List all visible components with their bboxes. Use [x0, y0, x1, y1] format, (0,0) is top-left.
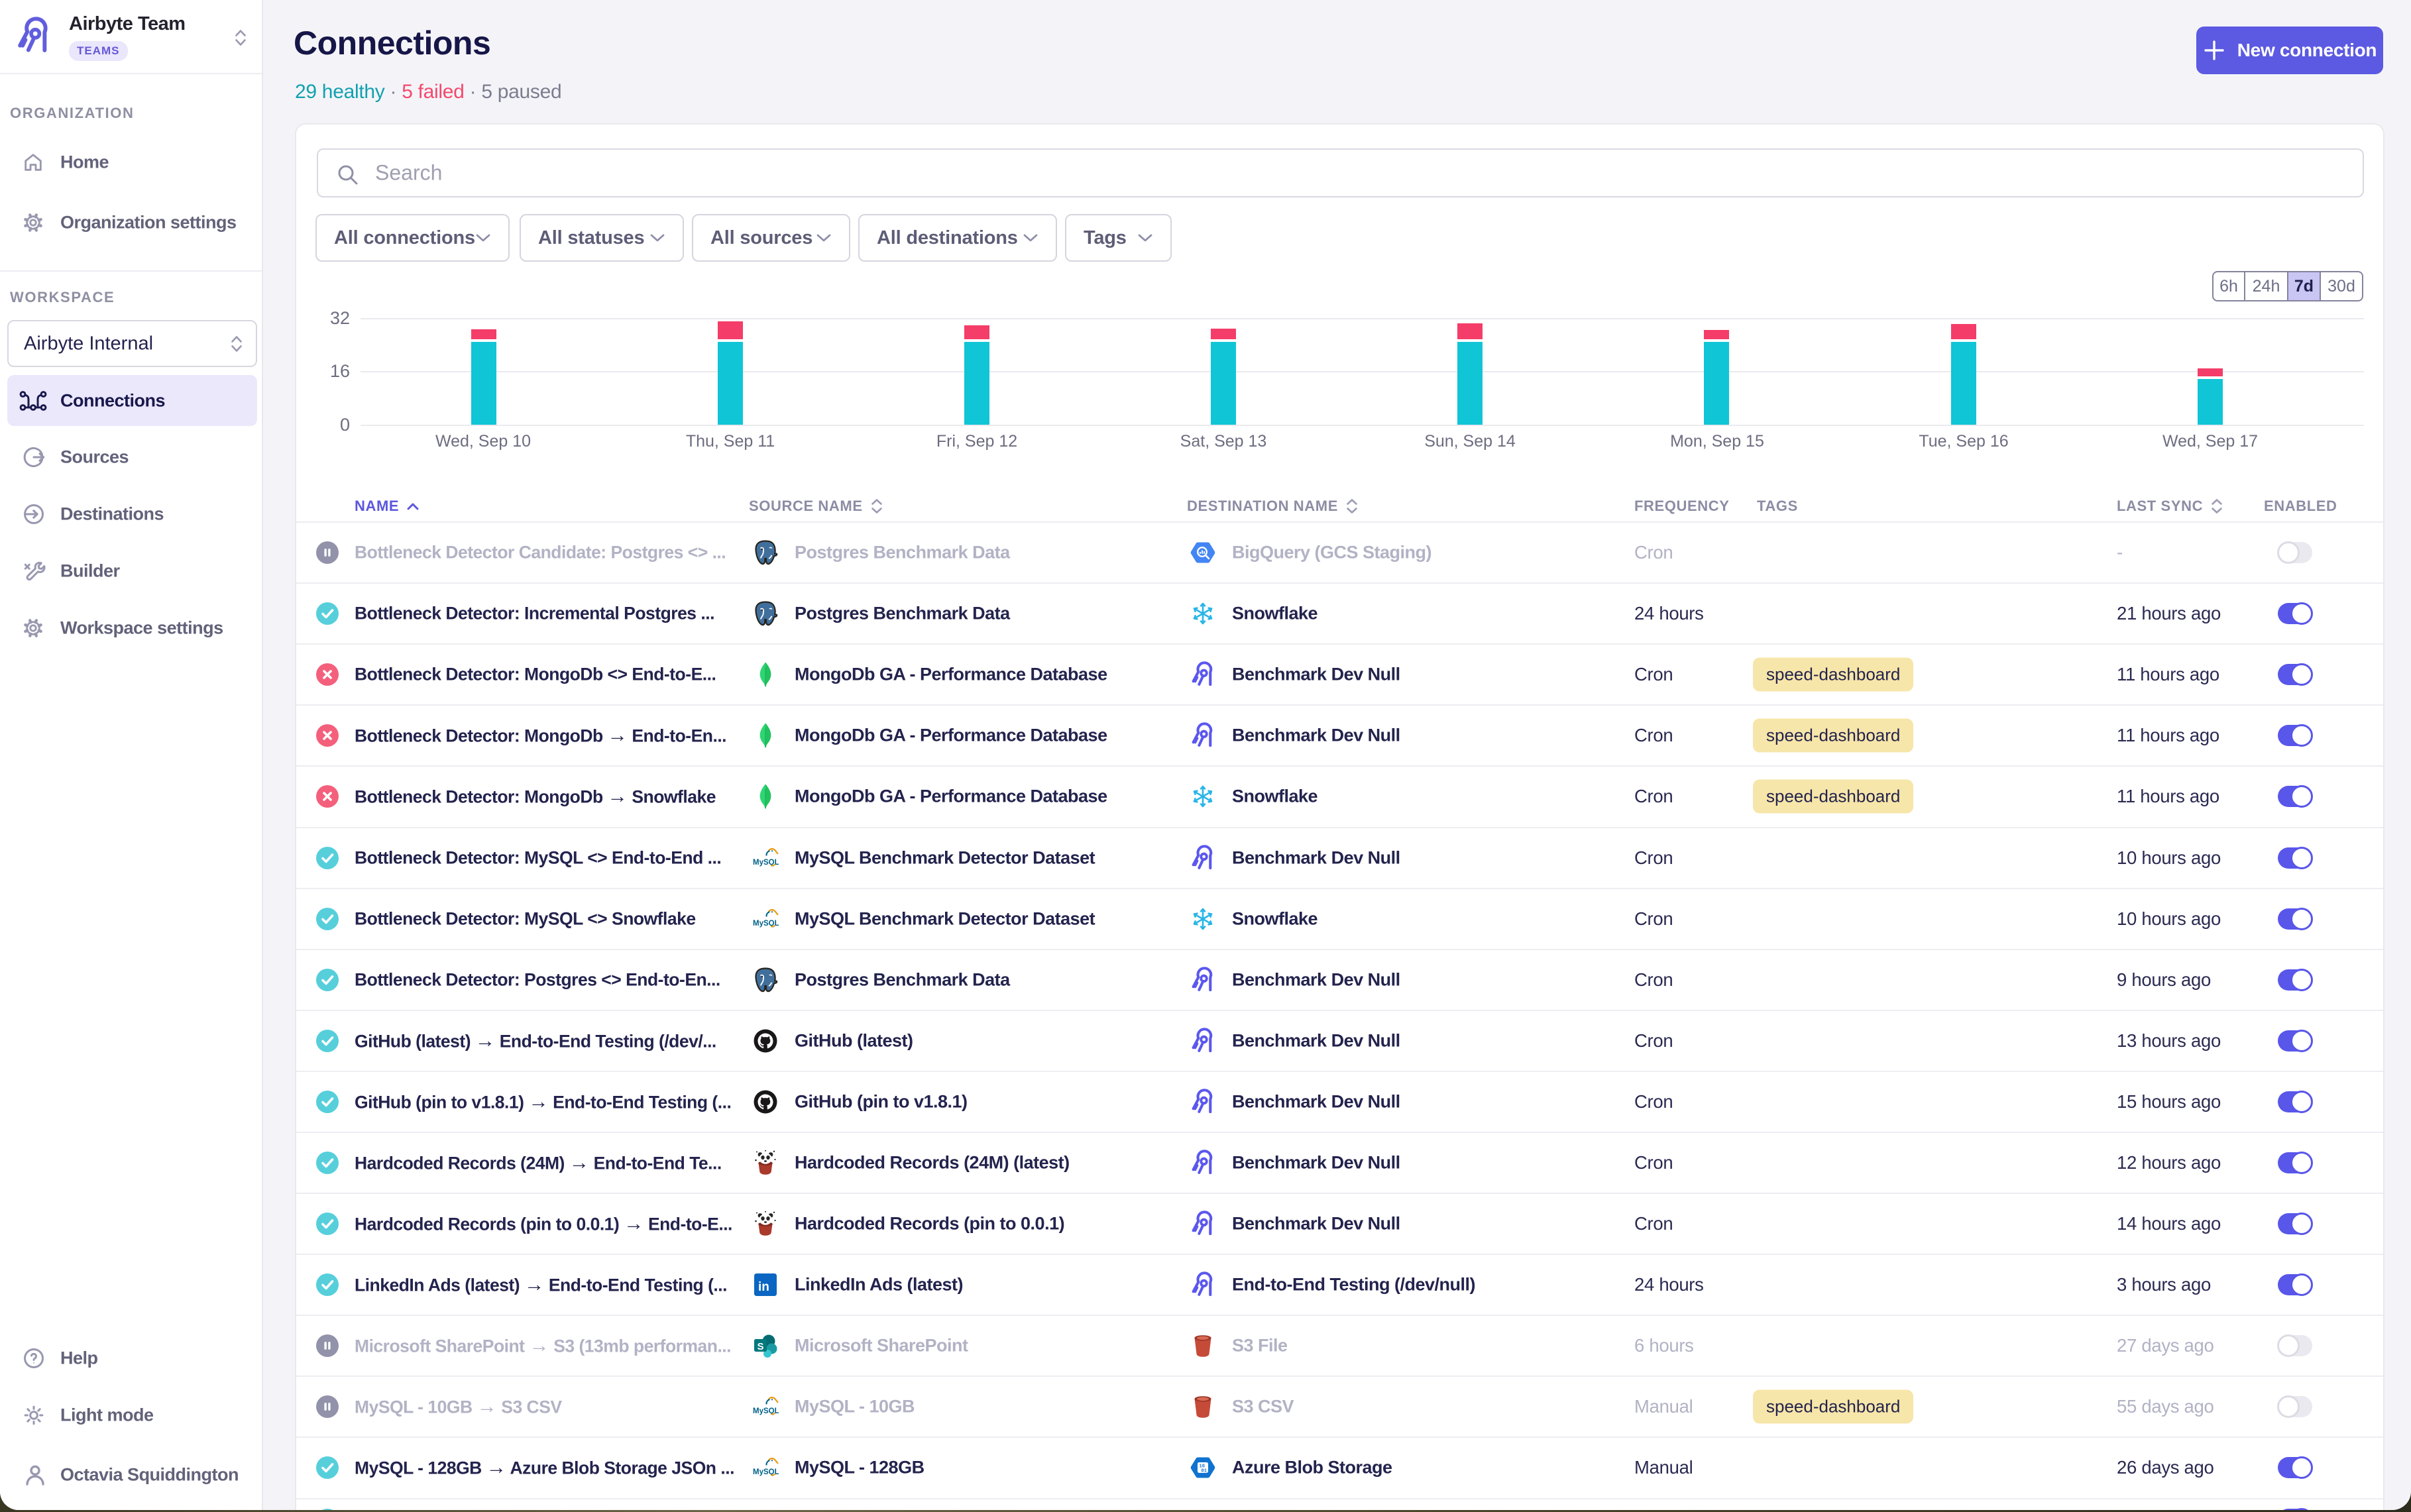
- svg-text:MySQL: MySQL: [753, 859, 779, 867]
- svg-text:MySQL: MySQL: [753, 920, 779, 928]
- svg-text:MySQL: MySQL: [753, 1468, 779, 1476]
- svg-text:01: 01: [1202, 1469, 1207, 1474]
- svg-text:S: S: [757, 1341, 764, 1352]
- svg-text:MySQL: MySQL: [753, 1407, 779, 1415]
- svg-text:in: in: [758, 1280, 769, 1294]
